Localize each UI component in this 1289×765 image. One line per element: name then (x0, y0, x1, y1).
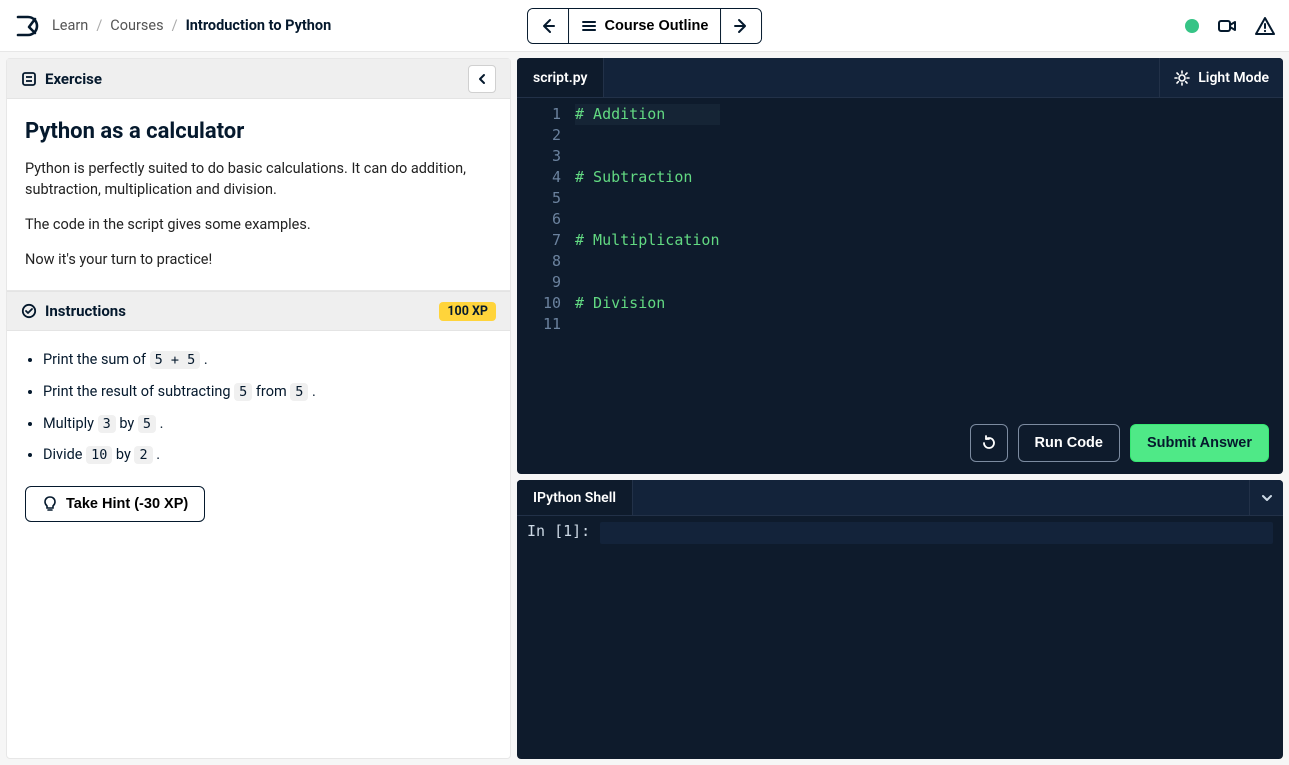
line-gutter: 1234567891011 (517, 98, 575, 341)
reset-code-button[interactable] (970, 424, 1008, 462)
exercise-title: Python as a calculator (25, 119, 492, 144)
code-content[interactable]: # Addition# Subtraction# Multiplication#… (575, 98, 720, 341)
next-page-button[interactable] (720, 9, 761, 43)
run-code-button[interactable]: Run Code (1018, 424, 1120, 462)
shell-prompt: In [1]: (527, 522, 590, 753)
breadcrumb-sep: / (172, 17, 178, 34)
instructions-list: Print the sum of 5 + 5 . Print the result… (25, 349, 492, 466)
inline-code: 5 (234, 383, 252, 401)
inline-code: 5 (290, 383, 308, 401)
ipython-shell: IPython Shell In [1]: (517, 480, 1283, 759)
shell-tab[interactable]: IPython Shell (517, 480, 633, 515)
video-icon[interactable] (1217, 16, 1237, 36)
code-editor: script.py Light Mode 1234567891011 # Add… (517, 58, 1283, 474)
chevron-left-icon (476, 73, 488, 85)
light-mode-toggle[interactable]: Light Mode (1159, 58, 1283, 97)
shell-collapse-button[interactable] (1249, 480, 1283, 515)
logo[interactable] (14, 12, 42, 40)
inline-code: 2 (134, 446, 152, 464)
editor-tab-script[interactable]: script.py (517, 58, 604, 97)
inline-code: 5 + 5 (150, 351, 201, 369)
breadcrumb-courses[interactable]: Courses (110, 17, 163, 34)
reset-icon (980, 434, 998, 452)
instructions-body: Print the sum of 5 + 5 . Print the result… (7, 331, 510, 540)
inline-code: 10 (86, 446, 112, 464)
report-issue-icon[interactable] (1255, 16, 1275, 36)
hint-label: Take Hint (-30 XP) (66, 496, 188, 512)
instructions-header: Instructions 100 XP (7, 291, 510, 331)
xp-badge: 100 XP (439, 302, 496, 321)
instruction-item: Multiply 3 by 5 . (43, 413, 492, 435)
collapse-left-button[interactable] (468, 65, 496, 93)
instruction-item: Print the result of subtracting 5 from 5… (43, 381, 492, 403)
exercise-body: Python as a calculator Python is perfect… (7, 99, 510, 291)
exercise-paragraph: The code in the script gives some exampl… (25, 214, 492, 235)
code-area[interactable]: 1234567891011 # Addition# Subtraction# M… (517, 98, 1283, 474)
shell-input[interactable] (600, 522, 1273, 544)
prev-page-button[interactable] (528, 9, 568, 43)
course-outline-button[interactable]: Course Outline (568, 9, 721, 43)
course-nav: Course Outline (527, 8, 763, 44)
exercise-section-label: Exercise (45, 70, 102, 88)
sun-icon (1174, 70, 1190, 86)
breadcrumb: Learn / Courses / Introduction to Python (52, 17, 331, 34)
instructions-section-label: Instructions (45, 302, 126, 320)
submit-answer-button[interactable]: Submit Answer (1130, 424, 1269, 462)
breadcrumb-current: Introduction to Python (186, 17, 332, 34)
course-outline-label: Course Outline (605, 18, 709, 34)
exercise-paragraph: Now it's your turn to practice! (25, 249, 492, 270)
breadcrumb-learn[interactable]: Learn (52, 17, 88, 34)
exercise-icon (21, 71, 37, 87)
exercise-header: Exercise (7, 59, 510, 99)
light-mode-label: Light Mode (1198, 70, 1269, 86)
exercise-paragraph: Python is perfectly suited to do basic c… (25, 158, 492, 200)
check-circle-icon (21, 303, 37, 319)
instruction-item: Print the sum of 5 + 5 . (43, 349, 492, 371)
left-panel: Exercise Python as a calculator Python i… (6, 58, 511, 759)
take-hint-button[interactable]: Take Hint (-30 XP) (25, 486, 205, 522)
chevron-down-icon (1260, 491, 1274, 505)
top-bar: Learn / Courses / Introduction to Python… (0, 0, 1289, 52)
inline-code: 3 (98, 415, 116, 433)
instruction-item: Divide 10 by 2 . (43, 444, 492, 466)
connection-status-dot (1185, 19, 1199, 33)
inline-code: 5 (138, 415, 156, 433)
menu-icon (581, 18, 597, 34)
breadcrumb-sep: / (96, 17, 102, 34)
bulb-icon (42, 496, 58, 512)
